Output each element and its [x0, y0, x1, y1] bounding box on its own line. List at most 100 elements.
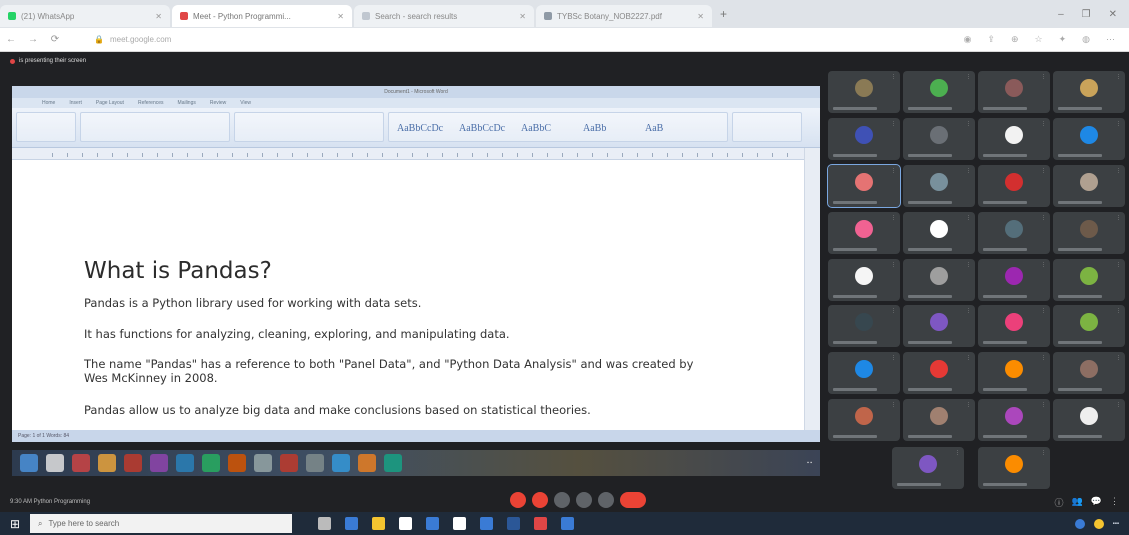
participant-tile[interactable]: ⋮ — [903, 305, 975, 347]
participant-tile[interactable]: ⋮ — [828, 259, 900, 301]
participant-tile[interactable]: ⋮ — [828, 71, 900, 113]
ribbon-tab[interactable]: View — [240, 98, 251, 108]
people-icon[interactable]: 👥 — [1072, 496, 1083, 509]
browser-tab-meet[interactable]: Meet - Python Programmi... ✕ — [172, 5, 352, 27]
participant-name-bar — [1058, 154, 1102, 157]
bookmark-star-icon[interactable]: ☆ — [1035, 34, 1043, 45]
vertical-scrollbar[interactable] — [804, 148, 820, 430]
participant-tile[interactable]: ⋮ — [828, 118, 900, 160]
leave-call-button[interactable] — [620, 492, 646, 508]
participant-tile[interactable]: ⋮ — [828, 212, 900, 254]
ribbon-tab[interactable]: Insert — [69, 98, 82, 108]
participant-tile[interactable]: ⋮ — [978, 71, 1050, 113]
profile-icon[interactable]: ◍ — [1082, 34, 1090, 45]
ribbon-tab[interactable]: Mailings — [178, 98, 196, 108]
participant-tile[interactable]: ⋮ — [1053, 259, 1125, 301]
camera-toggle-button[interactable] — [532, 492, 548, 508]
back-icon[interactable]: ← — [0, 34, 22, 45]
participant-tile[interactable]: ⋮ — [978, 259, 1050, 301]
raise-hand-button[interactable] — [576, 492, 592, 508]
document-page[interactable] — [12, 160, 804, 430]
reload-icon[interactable]: ⟳ — [44, 34, 66, 45]
ribbon-tab[interactable]: Page Layout — [96, 98, 124, 108]
participant-tile[interactable]: ⋮ — [903, 212, 975, 254]
participant-tile[interactable]: ⋮ — [903, 165, 975, 207]
close-icon[interactable]: ✕ — [331, 12, 344, 21]
close-icon[interactable]: ✕ — [149, 12, 162, 21]
taskbar-app-icon[interactable] — [534, 517, 547, 530]
start-button[interactable]: ⊞ — [0, 517, 30, 531]
taskbar-app-icon[interactable] — [480, 517, 493, 530]
participant-tile[interactable]: ⋮ — [903, 259, 975, 301]
screen: (21) WhatsApp ✕ Meet - Python Programmi.… — [0, 0, 1129, 535]
participant-tile[interactable]: ⋮ — [903, 352, 975, 394]
minimize-button[interactable]: – — [1058, 9, 1064, 20]
participant-tile[interactable]: ⋮ — [978, 305, 1050, 347]
browser-tab-pdf[interactable]: TYBSc Botany_NOB2227.pdf ✕ — [536, 5, 712, 27]
share-icon[interactable]: ⇪ — [987, 34, 995, 45]
ruler-tick — [307, 153, 308, 157]
maximize-button[interactable]: ❐ — [1082, 9, 1091, 20]
close-window-button[interactable]: ✕ — [1109, 9, 1117, 20]
participant-tile[interactable]: ⋮ — [1053, 71, 1125, 113]
participant-tile[interactable]: ⋮ — [978, 352, 1050, 394]
participant-tile[interactable]: ⋮ — [1053, 118, 1125, 160]
participant-tile[interactable]: ⋮ — [1053, 212, 1125, 254]
ribbon-tab[interactable]: Home — [42, 98, 55, 108]
taskbar-app-icon[interactable] — [426, 517, 439, 530]
style-preset[interactable]: AaBb — [583, 123, 606, 134]
ribbon-tab[interactable]: References — [138, 98, 164, 108]
style-preset[interactable]: AaBbCcDc — [459, 123, 505, 134]
taskbar-app-icon[interactable] — [399, 517, 412, 530]
taskbar-app-icon[interactable] — [453, 517, 466, 530]
present-button[interactable] — [598, 492, 614, 508]
participant-tile[interactable]: ⋮ — [827, 164, 901, 208]
zoom-icon[interactable]: ⊕ — [1011, 34, 1019, 45]
menu-icon[interactable]: ⋯ — [1106, 34, 1115, 45]
style-preset[interactable]: AaB — [645, 123, 663, 134]
more-options-icon[interactable]: ⋮ — [1110, 496, 1119, 509]
style-preset[interactable]: AaBbC — [521, 123, 551, 134]
close-icon[interactable]: ✕ — [513, 12, 526, 21]
taskbar-app-icon[interactable] — [318, 517, 331, 530]
participant-tile[interactable]: ⋮ — [1053, 165, 1125, 207]
browser-tab-whatsapp[interactable]: (21) WhatsApp ✕ — [0, 5, 170, 27]
participant-tile[interactable]: ⋮ — [978, 118, 1050, 160]
participant-tile[interactable]: ⋮ — [903, 399, 975, 441]
tab-label: TYBSc Botany_NOB2227.pdf — [557, 11, 662, 21]
new-tab-button[interactable]: + — [720, 7, 727, 21]
mic-toggle-button[interactable] — [510, 492, 526, 508]
camera-icon[interactable]: ◉ — [964, 34, 972, 45]
browser-tab-search[interactable]: Search - search results ✕ — [354, 5, 534, 27]
taskbar-app-icon[interactable] — [507, 517, 520, 530]
style-preset[interactable]: AaBbCcDc — [397, 123, 443, 134]
ruler — [12, 148, 820, 160]
close-icon[interactable]: ✕ — [691, 12, 704, 21]
taskbar-app-icon[interactable] — [372, 517, 385, 530]
forward-icon[interactable]: → — [22, 34, 44, 45]
participant-tile[interactable]: ⋮ — [828, 305, 900, 347]
participant-tile[interactable]: ⋮ — [828, 399, 900, 441]
participant-tile[interactable]: ⋮ — [828, 352, 900, 394]
participant-tile[interactable]: ⋮ — [903, 118, 975, 160]
tray-icon[interactable] — [1074, 518, 1085, 529]
ribbon-tab[interactable]: Review — [210, 98, 226, 108]
participant-tile[interactable]: ⋮ — [978, 212, 1050, 254]
extensions-icon[interactable]: ✦ — [1059, 34, 1067, 45]
taskbar-search[interactable]: ⌕ Type here to search — [30, 514, 292, 533]
taskbar-app-icon[interactable] — [561, 517, 574, 530]
participant-tile[interactable]: ⋮ — [903, 71, 975, 113]
participant-tile[interactable]: ⋮ — [892, 447, 964, 489]
captions-button[interactable] — [554, 492, 570, 508]
participant-tile[interactable]: ⋮ — [1053, 399, 1125, 441]
url-field[interactable]: 🔒 meet.google.com — [94, 32, 314, 48]
participant-tile[interactable]: ⋮ — [978, 447, 1050, 489]
info-icon[interactable]: ⓘ — [1055, 496, 1064, 509]
tray-icon[interactable] — [1093, 518, 1104, 529]
participant-tile[interactable]: ⋮ — [1053, 305, 1125, 347]
taskbar-app-icon[interactable] — [345, 517, 358, 530]
chat-icon[interactable]: 💬 — [1091, 496, 1102, 509]
participant-tile[interactable]: ⋮ — [978, 165, 1050, 207]
participant-tile[interactable]: ⋮ — [1053, 352, 1125, 394]
participant-tile[interactable]: ⋮ — [978, 399, 1050, 441]
